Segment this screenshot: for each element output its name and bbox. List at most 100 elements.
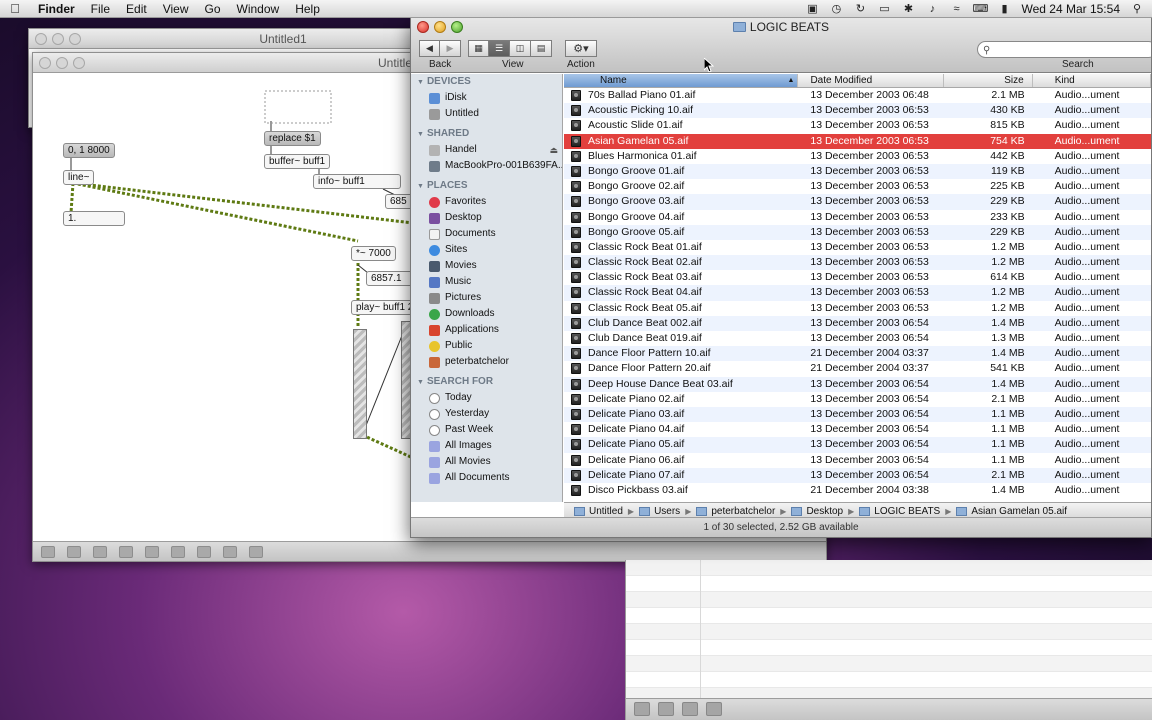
- sidebar-item-past-week[interactable]: Past Week: [411, 422, 562, 438]
- menu-go[interactable]: Go: [197, 2, 229, 16]
- sidebar-item-desktop[interactable]: Desktop: [411, 210, 562, 226]
- column-header-kind[interactable]: Kind: [1033, 74, 1151, 87]
- sidebar-item-favorites[interactable]: Favorites: [411, 194, 562, 210]
- path-crumb[interactable]: Users ▶: [639, 506, 696, 517]
- file-row[interactable]: 70s Ballad Piano 01.aif 13 December 2003 …: [564, 88, 1151, 103]
- sidebar-item-all-documents[interactable]: All Documents: [411, 470, 562, 486]
- sidebar-item-yesterday[interactable]: Yesterday: [411, 406, 562, 422]
- file-row[interactable]: Delicate Piano 07.aif 13 December 2003 06…: [564, 467, 1151, 483]
- paste-icon[interactable]: [197, 545, 211, 558]
- column-view-button[interactable]: ◫: [510, 40, 531, 57]
- object-times-7000[interactable]: *~ 7000: [351, 246, 396, 261]
- file-row[interactable]: Dance Floor Pattern 10.aif 21 December 20…: [564, 346, 1151, 362]
- display-icon[interactable]: ▭: [877, 3, 891, 15]
- menu-view[interactable]: View: [155, 2, 197, 16]
- clock-icon[interactable]: [658, 702, 674, 716]
- file-row[interactable]: Acoustic Slide 01.aif 13 December 2003 06…: [564, 118, 1151, 133]
- file-row[interactable]: Bongo Groove 04.aif 13 December 2003 06:5…: [564, 210, 1151, 225]
- number-box-6857[interactable]: 6857.1: [366, 271, 416, 286]
- back-icon[interactable]: [706, 702, 722, 716]
- sidebar-item-public[interactable]: Public: [411, 338, 562, 354]
- camera-icon[interactable]: ▣: [805, 3, 819, 15]
- file-row[interactable]: Delicate Piano 02.aif 13 December 2003 06…: [564, 392, 1151, 407]
- list-view-button[interactable]: ☰: [489, 40, 510, 57]
- wifi-icon[interactable]: ≈: [949, 3, 963, 15]
- file-row[interactable]: Blues Harmonica 01.aif 13 December 2003 0…: [564, 149, 1151, 164]
- path-crumb[interactable]: peterbatchelor ▶: [696, 506, 791, 517]
- file-row[interactable]: Bongo Groove 05.aif 13 December 2003 06:5…: [564, 224, 1151, 240]
- time-machine-icon[interactable]: ◷: [829, 3, 843, 15]
- sidebar-item-handel[interactable]: Handel ⏏: [411, 142, 562, 158]
- menu-window[interactable]: Window: [229, 2, 288, 16]
- sync-icon[interactable]: ↻: [853, 3, 867, 15]
- lock-icon[interactable]: [41, 545, 55, 558]
- sidebar-item-sites[interactable]: Sites: [411, 242, 562, 258]
- number-box-1[interactable]: 1.: [63, 211, 125, 226]
- message-replace[interactable]: replace $1: [264, 131, 321, 146]
- file-row[interactable]: Classic Rock Beat 04.aif 13 December 2003…: [564, 285, 1151, 301]
- file-row[interactable]: Classic Rock Beat 01.aif 13 December 2003…: [564, 240, 1151, 255]
- file-row[interactable]: Club Dance Beat 002.aif 13 December 2003 …: [564, 315, 1151, 331]
- coverflow-view-button[interactable]: ▤: [531, 40, 552, 57]
- file-row[interactable]: Delicate Piano 03.aif 13 December 2003 06…: [564, 406, 1151, 423]
- file-row[interactable]: Bongo Groove 01.aif 13 December 2003 06:5…: [564, 163, 1151, 180]
- volume-icon[interactable]: ♪: [925, 3, 939, 15]
- minimize-icon[interactable]: [56, 57, 68, 69]
- sidebar-header-search[interactable]: ▼ SEARCH FOR: [411, 374, 562, 390]
- column-header-name[interactable]: Name ▲: [564, 74, 799, 87]
- waveform-display-1[interactable]: [353, 329, 367, 439]
- menu-help[interactable]: Help: [287, 2, 328, 16]
- snap-icon[interactable]: [249, 545, 263, 558]
- sidebar-item-applications[interactable]: Applications: [411, 322, 562, 338]
- minimize-icon[interactable]: [52, 33, 64, 45]
- sidebar-item-idisk[interactable]: iDisk: [411, 90, 562, 106]
- file-row[interactable]: Disco Pickbass 03.aif 21 December 2004 03…: [564, 483, 1151, 498]
- presentation-icon[interactable]: [119, 545, 133, 558]
- file-row[interactable]: Delicate Piano 04.aif 13 December 2003 06…: [564, 422, 1151, 437]
- file-row[interactable]: Bongo Groove 02.aif 13 December 2003 06:5…: [564, 179, 1151, 194]
- action-button[interactable]: ⚙▾: [565, 40, 597, 57]
- bluetooth-icon[interactable]: ✱: [901, 3, 915, 15]
- sidebar-item-today[interactable]: Today: [411, 390, 562, 406]
- sidebar-item-home[interactable]: peterbatchelor: [411, 354, 562, 370]
- sidebar-item-movies[interactable]: Movies: [411, 258, 562, 274]
- max-window1-titlebar[interactable]: Untitled1: [29, 29, 417, 49]
- object-buffer[interactable]: buffer~ buff1: [264, 154, 331, 169]
- sidebar-item-untitled[interactable]: Untitled: [411, 106, 562, 122]
- forward-button[interactable]: ▶: [440, 40, 461, 57]
- column-header-size[interactable]: Size: [944, 74, 1033, 87]
- menu-app-finder[interactable]: Finder: [30, 2, 83, 16]
- inspector-icon[interactable]: [145, 545, 159, 558]
- zoom-icon[interactable]: [69, 33, 81, 45]
- object-play[interactable]: play~ buff1 2: [351, 300, 419, 315]
- object-info[interactable]: info~ buff1: [313, 174, 401, 189]
- spotlight-icon[interactable]: ⚲: [1130, 3, 1144, 15]
- sidebar-header-devices[interactable]: ▼ DEVICES: [411, 74, 562, 90]
- grid-icon[interactable]: [223, 545, 237, 558]
- path-crumb[interactable]: Desktop ▶: [791, 506, 859, 517]
- battery-icon[interactable]: ▮: [997, 3, 1011, 15]
- close-icon[interactable]: [39, 57, 51, 69]
- sidebar-item-documents[interactable]: Documents: [411, 226, 562, 242]
- message-0-1-8000[interactable]: 0, 1 8000: [63, 143, 115, 158]
- info-icon[interactable]: [682, 702, 698, 716]
- path-crumb[interactable]: Asian Gamelan 05.aif: [956, 506, 1067, 517]
- file-row[interactable]: Classic Rock Beat 03.aif 13 December 2003…: [564, 270, 1151, 285]
- file-row[interactable]: Delicate Piano 06.aif 13 December 2003 06…: [564, 453, 1151, 468]
- zoom-icon[interactable]: [73, 57, 85, 69]
- clipboard-icon[interactable]: [171, 545, 185, 558]
- menu-clock[interactable]: Wed 24 Mar 15:54: [1021, 2, 1120, 16]
- file-row[interactable]: Acoustic Picking 10.aif 13 December 2003 …: [564, 103, 1151, 119]
- sidebar-item-music[interactable]: Music: [411, 274, 562, 290]
- apple-menu-icon[interactable]: : [0, 1, 30, 16]
- sidebar-item-all-images[interactable]: All Images: [411, 438, 562, 454]
- sidebar-item-macbookpro[interactable]: MacBookPro-001B639FA...: [411, 158, 562, 174]
- search-input[interactable]: ⚲: [977, 41, 1151, 58]
- back-button[interactable]: ◀: [419, 40, 440, 57]
- file-row[interactable]: Classic Rock Beat 05.aif 13 December 2003…: [564, 301, 1151, 316]
- object-line[interactable]: line~: [63, 170, 95, 185]
- file-row[interactable]: Club Dance Beat 019.aif 13 December 2003 …: [564, 331, 1151, 346]
- file-row[interactable]: Classic Rock Beat 02.aif 13 December 2003…: [564, 255, 1151, 271]
- move-icon[interactable]: [93, 545, 107, 558]
- file-row[interactable]: Dance Floor Pattern 20.aif 21 December 20…: [564, 361, 1151, 376]
